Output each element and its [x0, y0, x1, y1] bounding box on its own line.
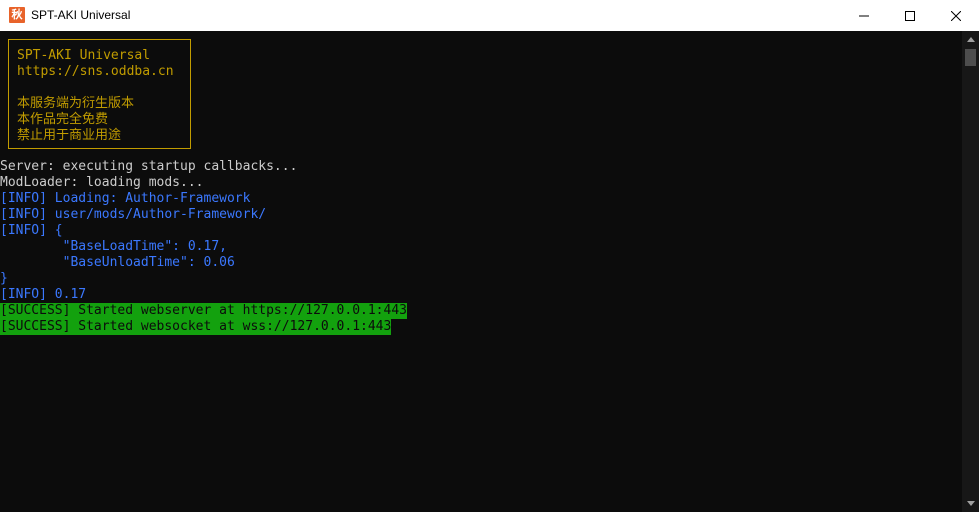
log-line-success: [SUCCESS] Started webserver at https://1…	[0, 303, 407, 319]
log-line-success: [SUCCESS] Started websocket at wss://127…	[0, 319, 407, 335]
banner-notice-3: 禁止用于商业用途	[17, 128, 122, 143]
log-line-text: [SUCCESS] Started webserver at https://1…	[0, 303, 407, 319]
log-line-text: ModLoader: loading mods...	[0, 175, 204, 190]
scroll-down-button[interactable]	[962, 495, 979, 512]
banner-notice-1: 本服务端为衍生版本	[17, 96, 135, 111]
log-line-text: "BaseUnloadTime": 0.06	[0, 255, 235, 270]
log-line-text: }	[0, 271, 8, 286]
title-bar[interactable]: 秋 SPT-AKI Universal	[0, 0, 979, 31]
vertical-scrollbar[interactable]	[962, 31, 979, 512]
maximize-icon	[905, 10, 915, 21]
log-line-text: [SUCCESS] Started websocket at wss://127…	[0, 319, 392, 335]
log-line-text: "BaseLoadTime": 0.17,	[0, 239, 227, 254]
console-output[interactable]: SPT-AKI Universal https://sns.oddba.cn 本…	[0, 31, 962, 512]
banner-title: SPT-AKI Universal	[17, 48, 151, 63]
log-line-text: [INFO] 0.17	[0, 287, 87, 302]
scroll-thumb[interactable]	[965, 49, 976, 66]
log-line: [INFO] user/mods/Author-Framework/	[0, 207, 407, 223]
arrow-up-icon	[966, 37, 975, 42]
scroll-up-button[interactable]	[962, 31, 979, 48]
log-line: "BaseLoadTime": 0.17,	[0, 239, 407, 255]
log-line: ModLoader: loading mods...	[0, 175, 407, 191]
server-banner: SPT-AKI Universal https://sns.oddba.cn 本…	[8, 39, 191, 149]
log-line: "BaseUnloadTime": 0.06	[0, 255, 407, 271]
app-icon: 秋	[9, 7, 25, 23]
maximize-button[interactable]	[887, 0, 933, 31]
arrow-down-icon	[966, 501, 975, 506]
window-title: SPT-AKI Universal	[31, 8, 131, 22]
log-lines: Server: executing startup callbacks... M…	[0, 159, 407, 335]
close-icon	[951, 10, 961, 21]
minimize-button[interactable]	[841, 0, 887, 31]
log-line-text: [INFO] user/mods/Author-Framework/	[0, 207, 267, 222]
close-button[interactable]	[933, 0, 979, 31]
log-line: [INFO] Loading: Author-Framework	[0, 191, 407, 207]
log-line: [INFO] {	[0, 223, 407, 239]
log-line-text: [INFO] Loading: Author-Framework	[0, 191, 251, 206]
log-line: Server: executing startup callbacks...	[0, 159, 407, 175]
banner-notice-2: 本作品完全免费	[17, 112, 109, 127]
log-line-text: [INFO] {	[0, 223, 63, 238]
log-line: [INFO] 0.17	[0, 287, 407, 303]
minimize-icon	[859, 15, 869, 16]
log-line: }	[0, 271, 407, 287]
log-line-text: Server: executing startup callbacks...	[0, 159, 298, 174]
banner-url: https://sns.oddba.cn	[17, 64, 174, 79]
